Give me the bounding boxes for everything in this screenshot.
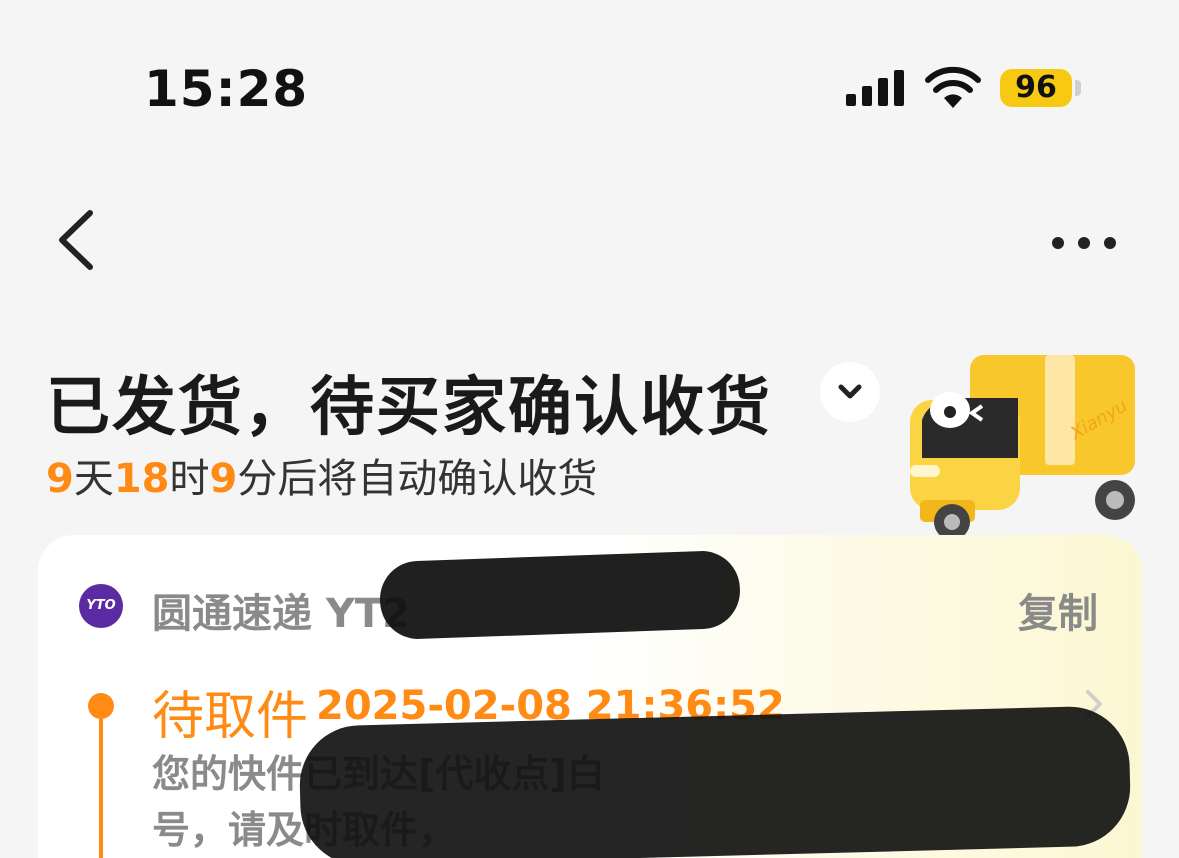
wifi-icon: [925, 66, 981, 108]
carrier-logo: YTO: [79, 584, 123, 628]
battery-nub: [1075, 80, 1081, 96]
order-status-title: 已发货，待买家确认收货: [46, 371, 772, 445]
countdown-minutes: 9: [209, 456, 238, 502]
delivery-truck-illustration: Xianyu: [910, 355, 1135, 540]
copy-button[interactable]: 复制: [1018, 581, 1098, 639]
countdown-days: 9: [46, 456, 74, 502]
event-status: 待取件: [152, 687, 309, 747]
signal-icon: [846, 70, 904, 106]
auto-confirm-countdown: 9天18时9分后将自动确认收货: [46, 446, 597, 504]
countdown-hours-unit: 时: [169, 456, 210, 502]
countdown-days-unit: 天: [73, 456, 114, 502]
countdown-minutes-unit: 分后将自动确认收货: [237, 456, 598, 502]
status-time: 15:28: [144, 60, 309, 118]
carrier-tracking-number: 圆通速递 YT2: [152, 591, 411, 637]
timeline-dot: [88, 693, 114, 719]
battery-icon: 96: [1000, 69, 1072, 107]
timeline-line: [99, 719, 103, 858]
order-detail-screen: 15:28 96 已发货，待买家确认收货 9天18时9分后将自动确认收货 Xia…: [0, 0, 1179, 858]
more-dots-icon[interactable]: [1046, 226, 1122, 260]
redaction-mark: [378, 549, 742, 641]
expand-status-button[interactable]: [820, 362, 880, 422]
back-button[interactable]: [50, 205, 110, 275]
chevron-down-icon: [838, 384, 862, 399]
countdown-hours: 18: [113, 456, 170, 502]
redaction-mark: [298, 705, 1132, 858]
